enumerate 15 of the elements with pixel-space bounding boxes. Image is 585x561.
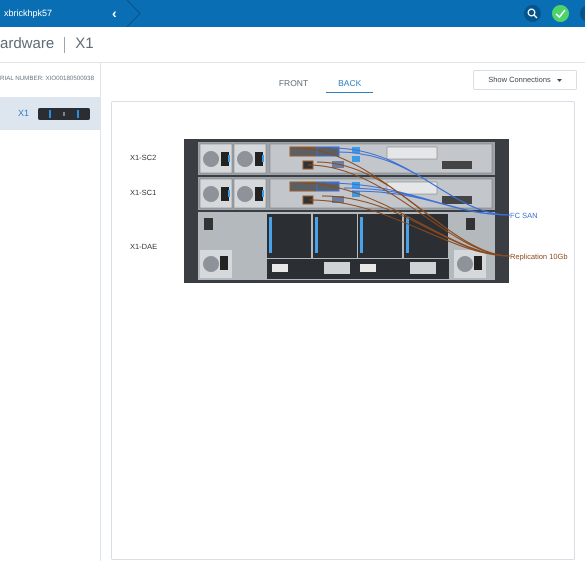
system-name: xbrickhpk57 — [4, 6, 52, 20]
collapse-button[interactable]: ‹ — [112, 6, 117, 20]
sidebar-item[interactable]: X1 — [0, 97, 100, 130]
panel-divider-icon — [126, 0, 142, 27]
view-tab[interactable]: BACK — [326, 75, 374, 93]
status-check-icon[interactable] — [552, 5, 569, 22]
appliance-thumbnail-icon — [38, 108, 90, 120]
page-title: ardware — [0, 34, 54, 54]
view-tab[interactable]: FRONT — [266, 75, 320, 93]
search-button[interactable] — [524, 5, 541, 22]
search-icon — [527, 8, 538, 19]
item-label: X1 — [18, 106, 29, 120]
title-divider — [64, 36, 66, 52]
caret-icon — [556, 78, 562, 82]
page-subtitle: X1 — [75, 34, 94, 54]
